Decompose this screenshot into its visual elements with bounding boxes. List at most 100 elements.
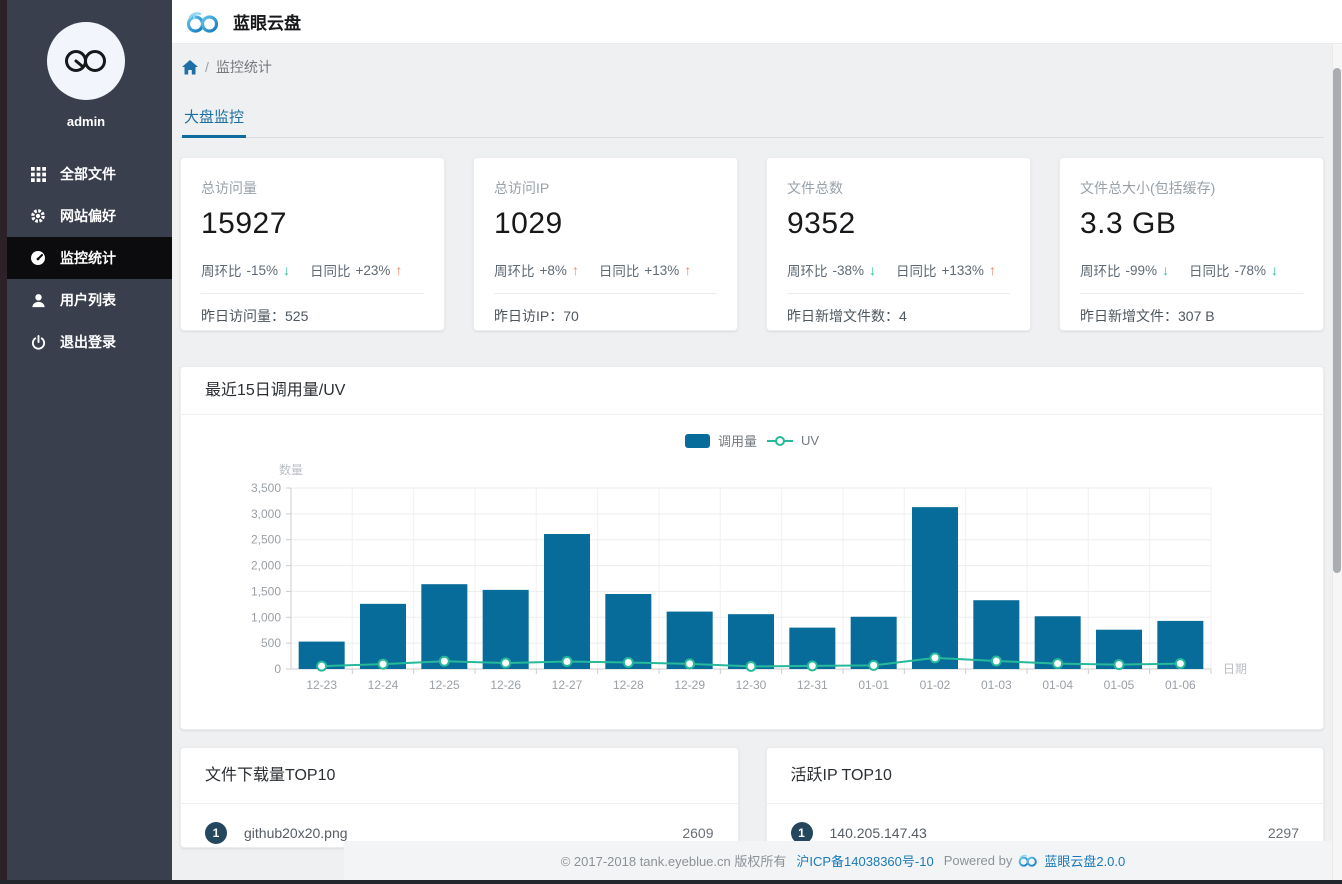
powered-by-text: Powered by	[943, 853, 1013, 868]
svg-text:12-26: 12-26	[490, 678, 521, 692]
main-area: 蓝眼云盘 / 监控统计 大盘监控 总访问量 15927 周环比 -15% ↓ 日…	[172, 0, 1342, 884]
svg-text:12-23: 12-23	[306, 678, 337, 692]
username: admin	[66, 114, 106, 129]
sidebar-item-label: 全部文件	[60, 166, 116, 182]
stat-footnote: 昨日新增文件：307 B	[1080, 308, 1215, 324]
stat-value: 9352	[787, 207, 856, 240]
sidebar-menu: 全部文件 网站偏好 监控统计 用户列表 退出登录	[0, 153, 172, 363]
svg-text:1,000: 1,000	[251, 610, 281, 624]
list-card-title: 文件下载量TOP10	[181, 748, 738, 804]
tab-bar: 大盘监控	[180, 100, 1324, 138]
day-trend: 日同比 +13% ↑	[598, 262, 692, 279]
stat-card-total-visits: 总访问量 15927 周环比 -15% ↓ 日同比 +23% ↑ 昨日访问量：5…	[180, 157, 445, 331]
svg-text:01-03: 01-03	[981, 678, 1012, 692]
stat-title: 总访问量	[201, 180, 257, 196]
copyright-text: © 2017-2018 tank.eyeblue.cn 版权所有	[560, 854, 787, 869]
svg-text:01-05: 01-05	[1104, 678, 1135, 692]
stat-card-total-files: 文件总数 9352 周环比 -38% ↓ 日同比 +133% ↑ 昨日新增文件数…	[766, 157, 1031, 331]
stat-footnote: 昨日访IP：70	[494, 308, 579, 324]
sidebar-item-label: 退出登录	[60, 334, 116, 350]
svg-text:日期: 日期	[1223, 662, 1247, 676]
svg-text:01-01: 01-01	[858, 678, 889, 692]
infinity-logo-icon	[65, 50, 106, 72]
sidebar-item-user-list[interactable]: 用户列表	[0, 279, 172, 321]
svg-text:12-28: 12-28	[613, 678, 644, 692]
footer: © 2017-2018 tank.eyeblue.cn 版权所有 沪ICP备14…	[344, 841, 1342, 880]
trend-arrow-icon: ↑	[988, 262, 996, 278]
grid-icon	[30, 166, 46, 182]
app-window: admin 全部文件 网站偏好 监控统计 用户列表 退出登录 蓝眼云盘 / 监控…	[0, 0, 1342, 884]
gear-icon	[30, 208, 46, 224]
svg-text:500: 500	[261, 636, 281, 650]
stat-value: 1029	[494, 207, 563, 240]
brand-logo-icon	[186, 11, 219, 33]
active-ip-top10-card: 活跃IP TOP10 1 140.205.147.43 2297	[765, 747, 1324, 848]
breadcrumb: / 监控统计	[180, 44, 1324, 77]
tab-dashboard-monitor[interactable]: 大盘监控	[182, 100, 247, 138]
footer-brand-logo-icon	[1018, 854, 1038, 867]
breadcrumb-current: 监控统计	[215, 59, 272, 75]
stat-title: 总访问IP	[494, 180, 550, 196]
stat-value: 3.3 GB	[1080, 207, 1177, 240]
chart-card-title: 最近15日调用量/UV	[181, 367, 1323, 415]
legend-item-uv[interactable]: UV	[766, 433, 819, 448]
sidebar-item-all-files[interactable]: 全部文件	[0, 153, 172, 195]
svg-text:12-27: 12-27	[552, 678, 583, 692]
rank-badge: 1	[205, 821, 227, 844]
list-item-value: 2609	[682, 824, 714, 841]
stat-title: 文件总大小(包括缓存)	[1080, 180, 1216, 196]
scrollbar-track[interactable]	[1332, 44, 1342, 884]
svg-text:0: 0	[274, 662, 281, 676]
sidebar-item-site-preference[interactable]: 网站偏好	[0, 195, 172, 237]
trend-arrow-icon: ↓	[1162, 262, 1170, 278]
product-version-link[interactable]: 蓝眼云盘2.0.0	[1044, 851, 1125, 870]
svg-text:2,500: 2,500	[251, 533, 281, 547]
window-bottom-edge	[0, 880, 1342, 884]
stat-footnote: 昨日访问量：525	[201, 308, 309, 324]
trend-arrow-icon: ↓	[869, 262, 877, 278]
sidebar: admin 全部文件 网站偏好 监控统计 用户列表 退出登录	[0, 0, 172, 884]
svg-text:12-31: 12-31	[797, 678, 828, 692]
uv-bar-chart[interactable]: 0 500 1,000 1,500 2,000 2,500 3,000 3,500 12-23 1…	[181, 455, 1325, 729]
svg-text:3,500: 3,500	[251, 481, 281, 495]
day-trend: 日同比 +133% ↑	[896, 262, 996, 279]
list-item-name: 140.205.147.43	[829, 824, 927, 841]
sidebar-item-label: 监控统计	[60, 250, 116, 266]
day-trend: 日同比 +23% ↑	[310, 262, 403, 279]
avatar[interactable]	[47, 22, 125, 100]
breadcrumb-separator: /	[205, 59, 209, 75]
sidebar-item-monitor-stats[interactable]: 监控统计	[0, 237, 172, 279]
trend-arrow-icon: ↓	[1271, 262, 1279, 278]
list-card-title: 活跃IP TOP10	[766, 748, 1323, 804]
svg-text:01-04: 01-04	[1042, 678, 1073, 692]
stat-card-total-size: 文件总大小(包括缓存) 3.3 GB 周环比-99% ↓ 日同比-78% ↓	[1059, 157, 1324, 331]
week-trend: 周环比 -99% ↓	[1080, 262, 1170, 279]
svg-text:3,000: 3,000	[251, 507, 281, 521]
power-icon	[30, 334, 46, 350]
download-top10-card: 文件下载量TOP10 1 github20x20.png 2609	[180, 747, 739, 848]
svg-text:1,500: 1,500	[251, 584, 281, 598]
list-item-value: 2297	[1267, 824, 1299, 841]
legend-item-calls[interactable]: 调用量	[684, 431, 757, 450]
bar-swatch-icon	[684, 433, 710, 448]
trend-arrow-icon: ↑	[395, 262, 403, 278]
home-icon[interactable]	[182, 59, 198, 75]
sidebar-item-label: 网站偏好	[60, 208, 116, 224]
stat-card-total-ip: 总访问IP 1029 周环比 +8% ↑ 日同比 +13% ↑ 昨日访IP：70	[473, 157, 738, 331]
icp-link[interactable]: 沪ICP备14038360号-10	[796, 851, 933, 870]
list-item-name: github20x20.png	[244, 824, 348, 841]
line-swatch-icon	[766, 435, 793, 446]
scrollbar-thumb[interactable]	[1333, 68, 1341, 573]
chart-body: 调用量 UV 0 500 1,000 1,500 2,000 2,500 3,000 3,50…	[181, 415, 1323, 729]
svg-text:01-06: 01-06	[1165, 678, 1196, 692]
svg-text:数量: 数量	[279, 462, 303, 477]
svg-text:12-25: 12-25	[429, 678, 460, 692]
week-trend: 周环比 -15% ↓	[201, 262, 291, 279]
stat-value: 15927	[201, 207, 287, 240]
svg-text:12-29: 12-29	[674, 678, 705, 692]
svg-text:12-30: 12-30	[736, 678, 767, 692]
trend-arrow-icon: ↑	[571, 262, 579, 278]
stat-footnote: 昨日新增文件数：4	[787, 308, 907, 324]
week-trend: 周环比 -38% ↓	[787, 262, 877, 279]
sidebar-item-logout[interactable]: 退出登录	[0, 321, 172, 363]
